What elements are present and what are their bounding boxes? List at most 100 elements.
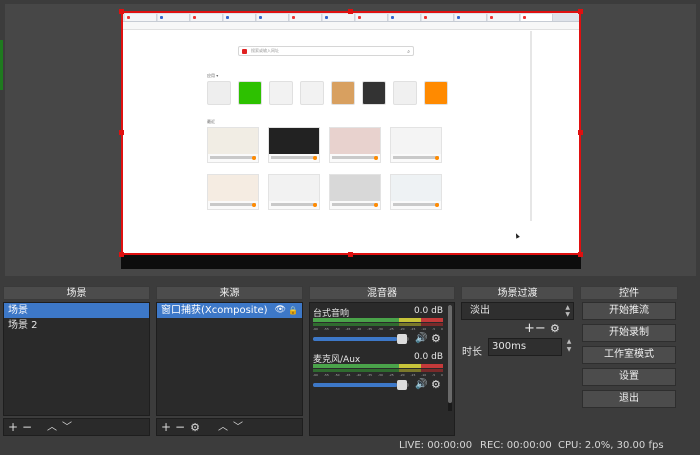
source-item[interactable]: 窗口捕获(Xcomposite) 👁 🔒 [157,303,302,318]
browser-search-placeholder: 搜索或输入网址 [251,48,279,53]
chevron-updown-icon: ▲ ▼ [565,304,570,318]
resize-handle[interactable] [348,252,353,257]
recent-site-thumbnail [268,127,320,163]
resize-handle[interactable] [119,9,124,14]
remove-source-button[interactable]: − [174,421,186,434]
recent-site-thumbnail [268,174,320,210]
mouse-cursor-icon [514,232,520,239]
live-status: LIVE: 00:00:00 [399,440,473,451]
spin-down-icon[interactable]: ▼ [567,346,572,353]
mixer-track: 台式音响 0.0 dB -60 -55 -50 -45 -40 -35 -30 -25 -20-… [313,306,443,350]
browser-tab [455,14,487,21]
browser-tab [290,14,322,21]
studio-mode-button[interactable]: 工作室模式 [582,346,676,364]
duration-input[interactable]: 300ms [488,338,562,356]
recent-section-label: 最近 [207,119,215,124]
meter-tick-label: -25 [388,327,394,331]
lock-icon[interactable]: 🔒 [288,303,298,318]
resize-handle[interactable] [578,252,583,257]
volume-meter-peak [313,323,443,326]
remove-transition-button[interactable]: − [535,321,546,336]
transition-select[interactable]: 淡出 ▲ ▼ [461,302,574,320]
move-source-down-button[interactable]: ﹀ [232,421,244,434]
resize-handle[interactable] [119,252,124,257]
track-db: 0.0 dB [413,306,443,316]
recent-site-thumbnail [390,174,442,210]
add-transition-button[interactable]: + [524,321,535,336]
speaker-mute-icon[interactable]: 🔊 [415,379,427,390]
app-shortcut-tile [362,81,386,105]
mixer-panel-title: 混音器 [309,286,455,300]
browser-tab [158,14,190,21]
dock-edge-indicator [0,40,3,90]
meter-tick-label: -45 [345,373,351,377]
remove-scene-button[interactable]: − [21,421,33,434]
recent-site-thumbnail [329,174,381,210]
volume-slider[interactable] [313,380,409,390]
scene-item[interactable]: 场景 [4,303,149,318]
app-shortcut-tile [424,81,448,105]
settings-button[interactable]: 设置 [582,368,676,386]
meter-tick-label: -55 [323,373,329,377]
track-settings-gear-icon[interactable]: ⚙ [431,378,441,391]
volume-slider[interactable] [313,334,409,344]
meter-tick-label: -20 [399,327,405,331]
volume-meter [313,364,443,368]
meter-tick-label: -30 [377,327,383,331]
preview-area[interactable]: 搜索或输入网址 ⌕ 应用 ▾ 最近 [0,0,700,280]
transition-select-value: 淡出 [470,305,490,316]
browser-tab [224,14,256,21]
transition-settings-gear-icon[interactable]: ⚙ [550,322,560,335]
scene-item[interactable]: 场景 2 [4,318,149,333]
track-settings-gear-icon[interactable]: ⚙ [431,332,441,345]
add-source-button[interactable]: + [160,421,172,434]
add-scene-button[interactable]: + [7,421,19,434]
rec-status: REC: 00:00:00 [480,440,552,451]
browser-tab [422,14,454,21]
spin-up-icon[interactable]: ▲ [567,338,572,345]
eye-icon[interactable]: 👁 [275,303,286,318]
browser-tab [488,14,520,21]
search-engine-logo-icon [242,49,247,54]
meter-tick-label: -55 [323,327,329,331]
volume-meter [313,318,443,322]
source-properties-gear-icon[interactable]: ⚙ [189,421,201,434]
speaker-mute-icon[interactable]: 🔊 [415,333,427,344]
volume-meter-peak [313,369,443,372]
meter-tick-label: -50 [334,327,340,331]
status-bar: LIVE: 00:00:00 REC: 00:00:00 CPU: 2.0%, … [0,436,700,455]
controls-panel-title: 控件 [580,286,678,300]
transition-tools: +− ⚙ [524,321,560,336]
move-scene-down-button[interactable]: ﹀ [61,421,73,434]
meter-tick-label: -35 [367,373,373,377]
scenes-list: 场景 场景 2 [3,302,150,416]
move-scene-up-button[interactable]: ︿ [46,421,58,434]
resize-handle[interactable] [578,130,583,135]
resize-handle[interactable] [578,9,583,14]
move-source-up-button[interactable]: ︿ [217,421,229,434]
start-streaming-button[interactable]: 开始推流 [582,302,676,320]
transitions-panel-title: 场景过渡 [461,286,574,300]
window-capture-source[interactable]: 搜索或输入网址 ⌕ 应用 ▾ 最近 [121,11,581,255]
browser-tab [125,14,157,21]
scenes-panel: 场景 场景 场景 2 + − ︿ ﹀ [3,286,150,436]
app-shortcut-tile [238,81,262,105]
exit-button[interactable]: 退出 [582,390,676,408]
browser-tab [389,14,421,21]
meter-tick-label: -35 [367,327,373,331]
browser-url-bar [123,22,579,30]
meter-tick-label: -45 [345,327,351,331]
browser-tab [191,14,223,21]
resize-handle[interactable] [119,130,124,135]
app-shortcut-tile [207,81,231,105]
mixer-scrollbar[interactable] [448,305,452,411]
resize-handle[interactable] [348,9,353,14]
track-db: 0.0 dB [413,352,443,362]
meter-tick-label: -30 [377,373,383,377]
start-recording-button[interactable]: 开始录制 [582,324,676,342]
duration-spinner[interactable]: ▲ ▼ [564,338,574,356]
sources-panel: 来源 窗口捕获(Xcomposite) 👁 🔒 + − ⚙ ︿ ﹀ [156,286,303,436]
meter-tick-label: -40 [356,327,362,331]
meter-tick-label: 0 [441,373,443,377]
sources-toolbar: + − ⚙ ︿ ﹀ [156,418,303,436]
